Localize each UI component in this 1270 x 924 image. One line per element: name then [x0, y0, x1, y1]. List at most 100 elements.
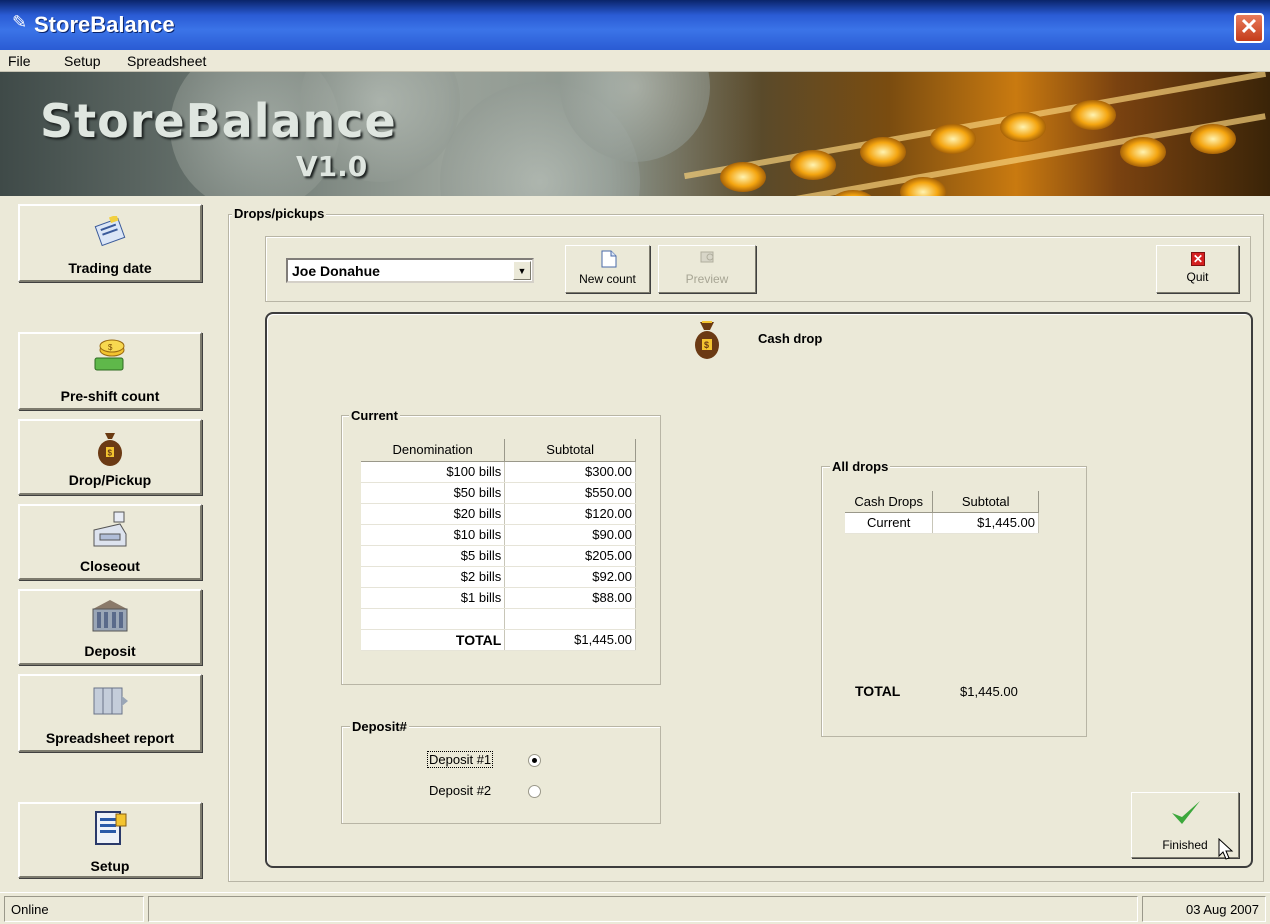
status-bar: Online 03 Aug 2007: [0, 892, 1270, 924]
status-date: 03 Aug 2007: [1142, 896, 1266, 922]
table-row[interactable]: $100 bills $300.00: [361, 461, 636, 483]
all-drops-label: All drops: [830, 459, 891, 474]
deposit-2-radio[interactable]: [528, 785, 541, 798]
column-header-cash-drops: Cash Drops: [845, 491, 934, 513]
preview-button[interactable]: Preview: [658, 245, 756, 293]
preview-icon: [699, 250, 717, 269]
table-row[interactable]: [361, 608, 636, 630]
sidebar-spreadsheet-report-button[interactable]: Spreadsheet report: [18, 674, 202, 752]
subtotal-cell: [504, 608, 636, 630]
all-drops-total-value: $1,445.00: [960, 684, 1018, 699]
deposit-label: Deposit#: [350, 719, 409, 734]
subtotal-cell: $205.00: [504, 545, 636, 567]
status-middle: [148, 896, 1138, 922]
sidebar-deposit-button[interactable]: Deposit: [18, 589, 202, 665]
all-drops-table: Cash Drops Subtotal Current $1,445.00: [845, 491, 1039, 534]
money-bag-icon: $: [20, 427, 200, 467]
sidebar-label-trading-date: Trading date: [68, 260, 152, 276]
new-count-button[interactable]: New count: [565, 245, 650, 293]
table-row[interactable]: $10 bills $90.00: [361, 524, 636, 546]
mouse-cursor-icon: [1218, 837, 1234, 865]
deposit-2-label[interactable]: Deposit #2: [429, 783, 491, 798]
employee-select-value: Joe Donahue: [292, 263, 380, 279]
spreadsheet-icon: [20, 684, 200, 724]
total-value: $1,445.00: [504, 629, 636, 651]
table-row[interactable]: $2 bills $92.00: [361, 566, 636, 588]
table-header: Cash Drops Subtotal: [845, 491, 1039, 513]
svg-text:$: $: [108, 449, 113, 458]
menu-bar: File Setup Spreadsheet: [0, 50, 1270, 72]
new-count-label: New count: [579, 272, 636, 286]
cash-drop-name-cell: Current: [845, 512, 934, 534]
sidebar-label-setup: Setup: [90, 858, 130, 874]
quit-label: Quit: [1186, 270, 1209, 284]
column-header-denomination: Denomination: [361, 439, 506, 462]
deposit-1-radio[interactable]: [528, 754, 541, 767]
close-icon: ✕: [1191, 252, 1205, 266]
sidebar-label-closeout: Closeout: [80, 558, 140, 574]
sidebar-closeout-button[interactable]: Closeout: [18, 504, 202, 580]
column-header-subtotal: Subtotal: [504, 439, 636, 462]
column-header-subtotal: Subtotal: [932, 491, 1039, 513]
all-drops-total-label: TOTAL: [855, 683, 901, 699]
denomination-cell: $2 bills: [361, 566, 506, 588]
svg-text:$: $: [704, 340, 709, 350]
deposit-group: [341, 726, 661, 824]
denomination-cell: $100 bills: [361, 461, 506, 483]
sidebar-label-spreadsheet-report: Spreadsheet report: [45, 730, 175, 746]
employee-select[interactable]: Joe Donahue ▼: [286, 258, 534, 283]
sidebar-setup-button[interactable]: Setup: [18, 802, 202, 878]
drops-pickups-label: Drops/pickups: [232, 206, 327, 221]
quit-button[interactable]: ✕ Quit: [1156, 245, 1239, 293]
table-row[interactable]: $20 bills $120.00: [361, 503, 636, 525]
checkmark-icon: [1170, 799, 1202, 830]
status-online: Online: [4, 896, 144, 922]
close-button[interactable]: ✕: [1234, 13, 1264, 43]
window-title: StoreBalance: [34, 12, 175, 37]
banner-image: StoreBalance V1.0: [0, 72, 1270, 196]
total-label: TOTAL: [361, 629, 506, 651]
denomination-cell: $1 bills: [361, 587, 506, 609]
banner-logo: StoreBalance: [40, 94, 397, 148]
setup-icon: [20, 808, 200, 848]
sidebar-trading-date-button[interactable]: Trading date: [18, 204, 202, 282]
menu-spreadsheet[interactable]: Spreadsheet: [127, 53, 206, 69]
current-table: Denomination Subtotal $100 bills $300.00 …: [361, 439, 636, 651]
subtotal-cell: $90.00: [504, 524, 636, 546]
table-row[interactable]: $5 bills $205.00: [361, 545, 636, 567]
total-row: TOTAL $1,445.00: [361, 629, 636, 651]
subtotal-cell: $92.00: [504, 566, 636, 588]
table-row[interactable]: Current $1,445.00: [845, 512, 1039, 534]
chevron-down-icon[interactable]: ▼: [513, 261, 531, 280]
title-bar: ✎ StoreBalance ✕: [0, 0, 1270, 50]
app-icon: ✎: [12, 12, 28, 32]
bank-icon: [20, 597, 200, 637]
money-bag-icon: $: [692, 318, 722, 363]
denomination-cell: $20 bills: [361, 503, 506, 525]
denomination-cell: $5 bills: [361, 545, 506, 567]
subtotal-cell: $550.00: [504, 482, 636, 504]
menu-setup[interactable]: Setup: [64, 53, 101, 69]
subtotal-cell: $120.00: [504, 503, 636, 525]
subtotal-cell: $88.00: [504, 587, 636, 609]
svg-text:$: $: [108, 343, 113, 352]
coins-icon: $: [20, 338, 200, 378]
subtotal-cell: $300.00: [504, 461, 636, 483]
new-document-icon: [601, 250, 617, 271]
sidebar-pre-shift-count-button[interactable]: $ Pre-shift count: [18, 332, 202, 410]
sidebar-label-deposit: Deposit: [84, 643, 136, 659]
subtotal-cell: $1,445.00: [932, 512, 1039, 534]
current-label: Current: [349, 408, 400, 423]
denomination-cell: [361, 608, 506, 630]
table-row[interactable]: $1 bills $88.00: [361, 587, 636, 609]
sidebar-label-pre-shift-count: Pre-shift count: [60, 388, 160, 404]
table-header: Denomination Subtotal: [361, 439, 636, 462]
sidebar-label-drop-pickup: Drop/Pickup: [68, 472, 152, 488]
calendar-icon: [20, 216, 200, 256]
denomination-cell: $50 bills: [361, 482, 506, 504]
table-row[interactable]: $50 bills $550.00: [361, 482, 636, 504]
menu-file[interactable]: File: [8, 53, 31, 69]
sidebar-drop-pickup-button[interactable]: $ Drop/Pickup: [18, 419, 202, 495]
deposit-1-label[interactable]: Deposit #1: [427, 751, 494, 768]
panel-title: Cash drop: [758, 331, 823, 346]
